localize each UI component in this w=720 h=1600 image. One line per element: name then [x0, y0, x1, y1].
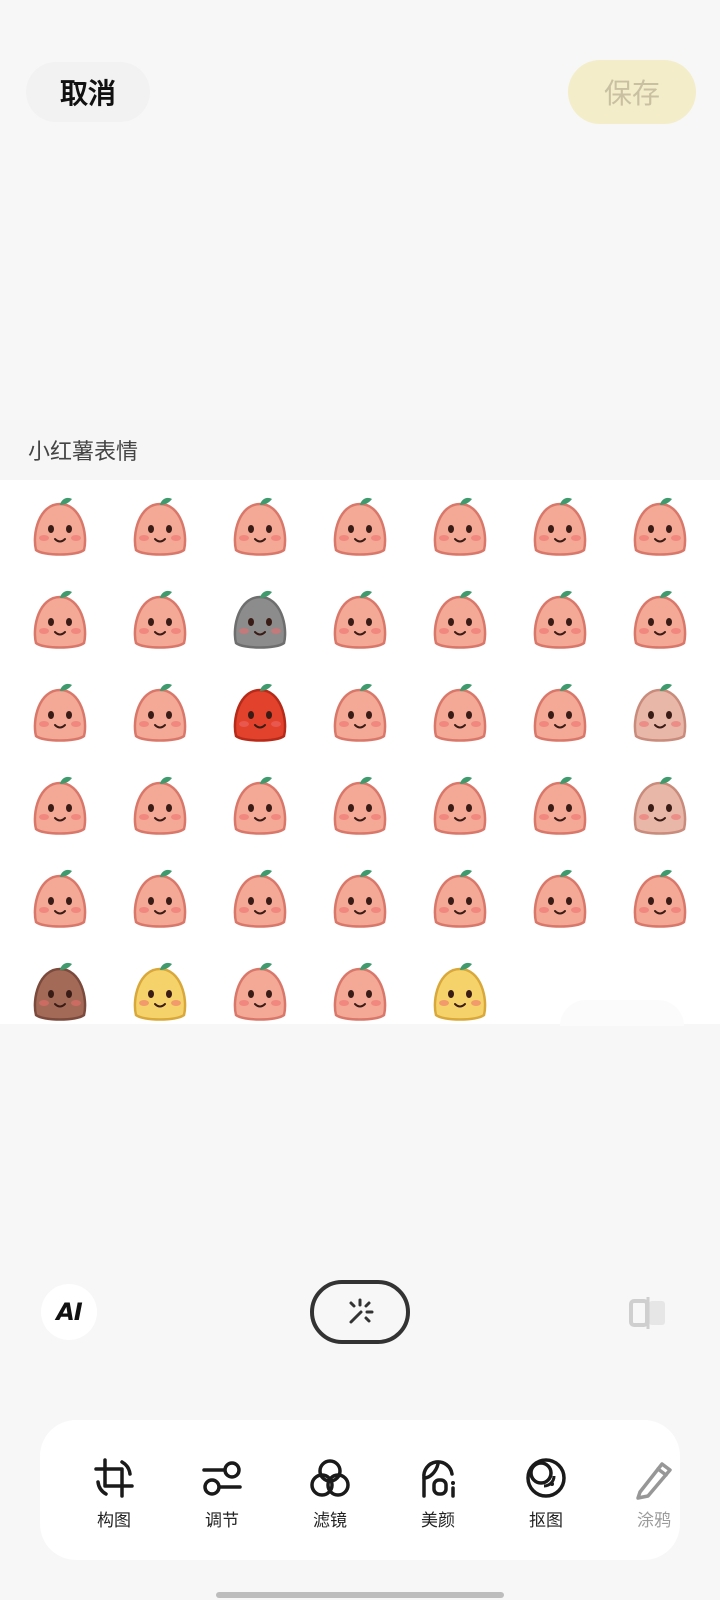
sticker-cover-mouth[interactable] — [10, 852, 110, 945]
tool-crop-label: 构图 — [97, 1511, 131, 1531]
sticker-panel: 小红薯表情 — [0, 420, 720, 1026]
sticker-wipe-sweat[interactable] — [410, 759, 510, 852]
cancel-button[interactable]: 取消 — [26, 62, 150, 122]
ai-button[interactable]: AI — [41, 1284, 97, 1340]
brush-icon — [636, 1462, 672, 1500]
sticker-facepalm[interactable] — [210, 480, 310, 573]
tool-beauty[interactable]: 美颜 — [398, 1456, 478, 1531]
sticker-tears-flood[interactable] — [310, 666, 410, 759]
tool-beauty-label: 美颜 — [421, 1511, 455, 1531]
tool-adjust[interactable]: 调节 — [182, 1456, 262, 1531]
sticker-grid — [0, 480, 720, 1038]
sticker-milk-tea[interactable] — [510, 480, 610, 573]
sticker-big-laugh[interactable] — [10, 666, 110, 759]
tool-cutout-label: 抠图 — [529, 1511, 563, 1531]
sticker-panel-title: 小红薯表情 — [0, 420, 720, 480]
sticker-sad-hat[interactable] — [610, 666, 710, 759]
filter-circles-icon — [310, 1459, 350, 1497]
save-button[interactable]: 保存 — [568, 60, 696, 124]
sticker-doubt[interactable] — [410, 666, 510, 759]
sticker-eating[interactable] — [510, 759, 610, 852]
compare-icon[interactable] — [624, 1290, 674, 1336]
cutout-icon — [526, 1458, 566, 1498]
tool-doodle-label: 涂鸦 — [637, 1511, 671, 1531]
sticker-sleepy[interactable] — [310, 852, 410, 945]
sticker-smile[interactable] — [10, 480, 110, 573]
sticker-smirk[interactable] — [510, 666, 610, 759]
adjust-sliders-icon — [202, 1461, 242, 1496]
sticker-wow[interactable] — [10, 759, 110, 852]
sticker-buy-sign[interactable] — [610, 573, 710, 666]
sticker-kiss-heart[interactable] — [110, 573, 210, 666]
sticker-lying-down[interactable] — [310, 945, 410, 1038]
home-indicator — [216, 1592, 504, 1598]
sticker-drink[interactable] — [310, 759, 410, 852]
sticker-cool-shades[interactable] — [410, 852, 510, 945]
sticker-star-eyes[interactable] — [110, 759, 210, 852]
sticker-angry-fire[interactable] — [210, 666, 310, 759]
sticker-pinch[interactable] — [210, 759, 310, 852]
sticker-scream[interactable] — [610, 759, 710, 852]
sticker-golden[interactable] — [110, 945, 210, 1038]
sticker-shy-laugh[interactable] — [110, 480, 210, 573]
tool-adjust-label: 调节 — [205, 1511, 239, 1531]
tool-crop[interactable]: 构图 — [74, 1456, 154, 1531]
tool-filter[interactable]: 滤镜 — [290, 1456, 370, 1531]
sticker-cheer[interactable] — [410, 573, 510, 666]
sticker-peek[interactable] — [110, 852, 210, 945]
sticker-ashen[interactable] — [210, 573, 310, 666]
edit-toolbar: 构图 调节 滤镜 美颜 抠图 涂鸦 — [40, 1420, 680, 1560]
sticker-tongue-out[interactable] — [210, 945, 310, 1038]
sticker-heart-eyes[interactable] — [110, 666, 210, 759]
crop-rotate-icon — [94, 1458, 134, 1498]
sticker-scared-wall[interactable] — [610, 852, 710, 945]
magic-wand-icon — [349, 1298, 374, 1324]
panel-float-tab — [560, 1000, 684, 1026]
sticker-surprised[interactable] — [410, 480, 510, 573]
sticker-hand-on-cheek[interactable] — [10, 573, 110, 666]
sticker-peek-wall[interactable] — [510, 573, 610, 666]
sticker-sweat[interactable] — [310, 480, 410, 573]
sticker-crying[interactable] — [310, 573, 410, 666]
magic-enhance-button[interactable] — [310, 1280, 410, 1344]
sticker-yellow-dog[interactable] — [410, 945, 510, 1038]
tool-filter-label: 滤镜 — [313, 1511, 347, 1531]
sticker-watermelon[interactable] — [510, 852, 610, 945]
sticker-sigh[interactable] — [210, 852, 310, 945]
tool-doodle[interactable]: 涂鸦 — [614, 1456, 680, 1531]
tool-cutout[interactable]: 抠图 — [506, 1456, 586, 1531]
sticker-question[interactable] — [10, 945, 110, 1038]
sticker-phone-shock[interactable] — [610, 480, 710, 573]
beauty-face-icon — [422, 1460, 455, 1498]
